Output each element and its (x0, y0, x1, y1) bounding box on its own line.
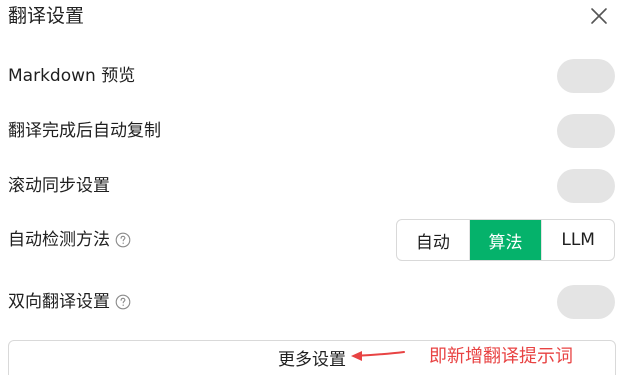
help-icon[interactable] (115, 294, 131, 310)
setting-row-bidirectional: 双向翻译设置 (8, 284, 616, 320)
setting-row-auto-copy: 翻译完成后自动复制 (8, 113, 616, 149)
auto-copy-label: 翻译完成后自动复制 (8, 121, 161, 141)
auto-detect-label-wrap: 自动检测方法 (8, 229, 131, 251)
bidirectional-label-wrap: 双向翻译设置 (8, 291, 131, 313)
detect-option-llm[interactable]: LLM (542, 220, 614, 260)
bidirectional-label: 双向翻译设置 (8, 292, 110, 312)
close-icon[interactable] (588, 5, 610, 27)
setting-row-markdown-preview: Markdown 预览 (8, 58, 616, 94)
auto-detect-label: 自动检测方法 (8, 230, 110, 250)
annotation-arrow-icon (351, 351, 405, 361)
markdown-preview-label: Markdown 预览 (8, 66, 136, 86)
auto-detect-segmented-control: 自动 算法 LLM (396, 219, 615, 261)
setting-row-scroll-sync: 滚动同步设置 (8, 168, 616, 204)
markdown-preview-toggle[interactable] (557, 59, 615, 93)
dialog-title: 翻译设置 (8, 5, 85, 27)
help-icon[interactable] (115, 232, 131, 248)
detect-option-auto[interactable]: 自动 (397, 220, 470, 260)
scroll-sync-label: 滚动同步设置 (8, 176, 110, 196)
scroll-sync-toggle[interactable] (557, 169, 615, 203)
annotation-text: 即新增翻译提示词 (429, 346, 573, 367)
more-settings-label: 更多设置 (278, 350, 346, 370)
detect-option-algorithm[interactable]: 算法 (469, 220, 543, 260)
bidirectional-toggle[interactable] (557, 285, 615, 319)
auto-copy-toggle[interactable] (557, 114, 615, 148)
setting-row-auto-detect: 自动检测方法 自动 算法 LLM (8, 219, 616, 261)
